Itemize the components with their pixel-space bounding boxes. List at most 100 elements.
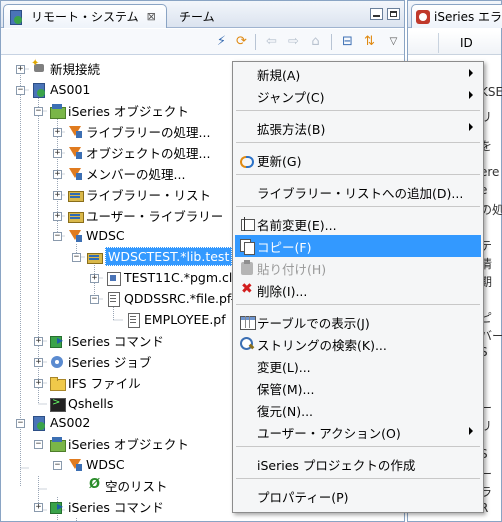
- menu-item-paste[interactable]: 貼り付け(H): [235, 257, 481, 279]
- refresh-icon: [239, 152, 255, 168]
- menu-item-copy[interactable]: コピー(F): [235, 235, 481, 257]
- iseries-objects-icon: [49, 436, 66, 452]
- remote-systems-icon: [8, 9, 24, 25]
- tree-item-library-list[interactable]: ライブラリー・リスト: [67, 184, 211, 205]
- menu-item-properties[interactable]: プロパティー(P): [235, 485, 481, 507]
- tab-team[interactable]: チーム: [171, 6, 231, 26]
- tree-item-as001[interactable]: AS001: [31, 79, 90, 100]
- collapse-icon[interactable]: −: [34, 440, 43, 449]
- view-tab-bar: iSeries エラ: [408, 1, 502, 28]
- expand-icon[interactable]: +: [34, 503, 43, 512]
- menu-item-rename[interactable]: 名前変更(E)...: [235, 213, 481, 235]
- close-tab-icon[interactable]: ⊠: [147, 10, 156, 23]
- link-with-editor-icon[interactable]: ⇅: [361, 34, 378, 50]
- tree-item-iseries-commands[interactable]: iSeries コマンド: [49, 330, 164, 351]
- collapse-all-icon[interactable]: ⊟: [339, 34, 356, 50]
- expand-icon[interactable]: +: [34, 358, 43, 367]
- tree-item-employee-member[interactable]: EMPLOYEE.pf: [125, 309, 226, 330]
- tree-item-user-libraries[interactable]: ユーザー・ライブラリー: [67, 205, 223, 226]
- menu-item-label: 保管(M)...: [257, 381, 315, 397]
- tree-item-label: WDSC: [86, 457, 125, 472]
- delete-icon: [239, 281, 255, 298]
- refresh-icon[interactable]: ⟳: [233, 34, 250, 50]
- menu-item-go-to[interactable]: ジャンプ(C): [235, 85, 481, 107]
- menu-item-label: 拡張方法(B): [257, 121, 326, 137]
- tree-item-iseries-objects[interactable]: iSeries オブジェクト: [49, 433, 189, 454]
- view-menu-icon[interactable]: ▽: [385, 34, 402, 50]
- tree-item-wdsc-filter[interactable]: WDSC: [67, 454, 125, 475]
- tree-item-label: WDSCTEST.*lib.test: [105, 247, 233, 266]
- tree-item-wdsc-filter[interactable]: WDSC: [67, 225, 125, 246]
- menu-item-new[interactable]: 新規(A): [235, 63, 481, 85]
- expand-icon[interactable]: +: [16, 65, 25, 74]
- tree-item-new-connection[interactable]: 新規接続: [31, 58, 100, 79]
- tree-item-work-with-libraries[interactable]: ライブラリーの処理...: [67, 121, 210, 142]
- tree-item-qddssrc-file[interactable]: QDDSSRC.*file.pf-: [105, 288, 235, 309]
- view-tab-bar: リモート・システム ⊠ チーム: [1, 1, 404, 28]
- command-icon: [49, 333, 65, 349]
- expand-icon[interactable]: +: [90, 274, 99, 283]
- maximize-view-button[interactable]: [387, 8, 400, 20]
- menu-item-delete[interactable]: 削除(I)...: [235, 279, 481, 301]
- expand-icon[interactable]: +: [34, 379, 43, 388]
- column-separator: [438, 33, 439, 53]
- menu-item-refresh[interactable]: 更新(G): [235, 149, 481, 171]
- tree-item-ifs-files[interactable]: IFS ファイル: [49, 372, 141, 393]
- tree-item-label: 空のリスト: [105, 479, 168, 494]
- view-toolbar: ⚡ ⟳ ⇦ ⇨ ⌂ ⊟ ⇅ ▽: [1, 29, 404, 55]
- menu-item-label: 更新(G): [257, 153, 302, 169]
- column-header-id[interactable]: ID: [460, 36, 473, 50]
- tree-item-iseries-commands[interactable]: iSeries コマンド: [49, 496, 164, 517]
- menu-item-restore[interactable]: 復元(N)...: [235, 399, 481, 421]
- menu-item-add-to-library-list[interactable]: ライブラリー・リストへの追加(D)...: [235, 181, 481, 203]
- back-icon[interactable]: ⇦: [263, 34, 280, 50]
- forward-icon[interactable]: ⇨: [285, 34, 302, 50]
- library-icon: [86, 249, 103, 265]
- tab-remote-systems[interactable]: リモート・システム ⊠: [3, 4, 167, 28]
- tree-item-label: WDSC: [86, 228, 125, 243]
- collapse-icon[interactable]: −: [72, 253, 81, 262]
- expand-icon[interactable]: +: [53, 128, 62, 137]
- connect-icon[interactable]: ⚡: [213, 34, 230, 50]
- minimize-view-button[interactable]: [370, 8, 383, 20]
- search-string-icon: [239, 336, 255, 352]
- expand-icon[interactable]: +: [53, 170, 62, 179]
- collapse-icon[interactable]: −: [34, 107, 43, 116]
- menu-item-user-actions[interactable]: ユーザー・アクション(O): [235, 421, 481, 443]
- menu-separator: [236, 478, 480, 479]
- collapse-icon[interactable]: −: [90, 295, 99, 304]
- menu-item-label: 貼り付け(H): [257, 261, 327, 277]
- tree-item-as002[interactable]: AS002: [31, 412, 90, 433]
- menu-separator: [236, 110, 480, 111]
- tree-item-work-with-members[interactable]: メンバーの処理...: [67, 163, 185, 184]
- tree-item-iseries-jobs[interactable]: iSeries ジョブ: [49, 351, 151, 372]
- collapse-icon[interactable]: −: [16, 86, 25, 95]
- tree-item-wdsctest-lib[interactable]: WDSCTEST.*lib.test: [86, 246, 233, 267]
- expand-icon[interactable]: +: [53, 149, 62, 158]
- tree-item-iseries-objects[interactable]: iSeries オブジェクト: [49, 100, 189, 121]
- tree-item-work-with-objects[interactable]: オブジェクトの処理...: [67, 142, 210, 163]
- expand-icon[interactable]: +: [53, 191, 62, 200]
- menu-item-show-in-table[interactable]: テーブルでの表示(J): [235, 311, 481, 333]
- tab-iseries-error-list[interactable]: iSeries エラ: [411, 4, 502, 28]
- toolbar-separator: [255, 34, 256, 50]
- expand-icon[interactable]: +: [34, 337, 43, 346]
- menu-item-change[interactable]: 変更(L)...: [235, 355, 481, 377]
- source-file-icon: [105, 291, 121, 307]
- menu-item-find-string[interactable]: ストリングの検索(K)...: [235, 333, 481, 355]
- collapse-icon[interactable]: −: [53, 461, 62, 470]
- tree-item-test11c-pgm[interactable]: TEST11C.*pgm.cll: [105, 267, 236, 288]
- menu-item-save[interactable]: 保管(M)...: [235, 377, 481, 399]
- expand-icon[interactable]: +: [53, 212, 62, 221]
- menu-item-expand-to[interactable]: 拡張方法(B): [235, 117, 481, 139]
- menu-item-create-iseries-project[interactable]: iSeries プロジェクトの作成: [235, 453, 481, 475]
- home-icon[interactable]: ⌂: [307, 34, 324, 50]
- tab-iseries-error-list-label: iSeries エラ: [434, 10, 502, 24]
- menu-separator: [236, 206, 480, 207]
- tree-item-label: オブジェクトの処理...: [86, 146, 211, 161]
- tree-item-qshells[interactable]: Qshells: [49, 393, 113, 414]
- filter-icon: [67, 124, 83, 140]
- member-icon: [125, 312, 141, 328]
- collapse-icon[interactable]: −: [16, 419, 25, 428]
- collapse-icon[interactable]: −: [53, 232, 62, 241]
